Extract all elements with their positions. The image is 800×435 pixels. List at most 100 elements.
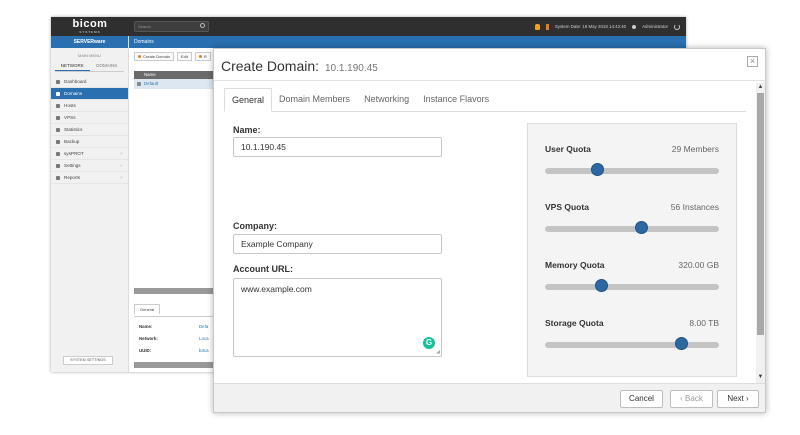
- name-field[interactable]: 10.1.190.45: [233, 137, 442, 157]
- sidebar-item-settings[interactable]: Settings ›: [51, 160, 128, 172]
- sidebar-item-reports[interactable]: Reports ›: [51, 172, 128, 184]
- menu-title: MAIN MENU: [78, 53, 101, 58]
- account-url-label: Account URL:: [233, 264, 293, 274]
- menu-tabs: NETWORK DOMAINS: [55, 61, 124, 72]
- sidebar-item-label: Statistics: [64, 127, 83, 132]
- detail-value[interactable]: Defa: [199, 324, 208, 329]
- close-icon[interactable]: ×: [747, 56, 758, 67]
- name-label: Name:: [233, 125, 261, 135]
- vps-quota-value: 56 Instances: [670, 202, 719, 212]
- domain-icon: [137, 82, 141, 86]
- sidebar-item-label: Domains: [64, 91, 83, 96]
- bell-icon[interactable]: [534, 23, 540, 30]
- storage-quota-label: Storage Quota: [545, 318, 604, 328]
- vps-icon: [56, 115, 60, 120]
- next-button[interactable]: Next ›: [717, 390, 759, 408]
- sidebar: SERVERware MAIN MENU NETWORK DOMAINS Das…: [51, 36, 129, 372]
- search-icon[interactable]: [200, 23, 205, 28]
- tab-domain-members[interactable]: Domain Members: [272, 88, 357, 111]
- cancel-button[interactable]: Cancel: [620, 390, 663, 408]
- scroll-down-icon[interactable]: ▼: [757, 373, 764, 381]
- edit-label: Edit: [180, 53, 188, 59]
- dialog-tabs: General Domain Members Networking Instan…: [224, 88, 746, 112]
- sidebar-item-label: Dashboard: [64, 79, 87, 84]
- sidebar-item-label: Reports: [64, 175, 81, 180]
- system-date: System Date: 18 May 2018 14:42:40: [554, 24, 627, 29]
- top-bar: bicom SYSTEMS Search System Date: 18 May…: [51, 17, 686, 36]
- company-field[interactable]: Example Company: [233, 234, 442, 254]
- quota-panel: User Quota 29 Members VPS Quota 56 Insta…: [527, 123, 737, 377]
- user-quota-slider[interactable]: [545, 168, 719, 174]
- shield-icon: [56, 151, 60, 156]
- edit-button[interactable]: Edit: [176, 51, 192, 61]
- search-input[interactable]: Search: [134, 21, 209, 32]
- detail-key: Name:: [139, 324, 153, 329]
- scroll-up-icon[interactable]: ▲: [757, 83, 764, 91]
- memory-quota-value: 320.00 GB: [678, 260, 719, 270]
- resize-handle-icon[interactable]: ◢: [436, 349, 440, 355]
- sidebar-item-label: sysPROT: [64, 151, 84, 156]
- tab-instance-flavors[interactable]: Instance Flavors: [416, 88, 496, 111]
- logo-text: bicom: [72, 18, 108, 30]
- tab-network[interactable]: NETWORK: [55, 61, 90, 71]
- product-name: SERVERware: [51, 36, 128, 48]
- dialog-title-text: Create Domain:: [221, 58, 320, 74]
- storage-quota-slider[interactable]: [545, 342, 719, 348]
- create-domain-button[interactable]: Create Domain: [134, 51, 174, 61]
- memory-quota-slider[interactable]: [545, 284, 719, 290]
- tab-domains[interactable]: DOMAINS: [90, 61, 125, 71]
- system-settings-button[interactable]: SYSTEM SETTINGS: [63, 356, 113, 365]
- user-quota-slider-handle[interactable]: [591, 163, 605, 176]
- dashboard-icon: [56, 79, 60, 84]
- more-button[interactable]: R: [194, 51, 211, 61]
- scrollbar-thumb[interactable]: [757, 93, 764, 335]
- vps-quota-slider-handle[interactable]: [634, 221, 648, 234]
- storage-quota-value: 8.00 TB: [689, 318, 719, 328]
- detail-value[interactable]: Loca: [199, 336, 209, 341]
- sidebar-item-vpss[interactable]: VPSs: [51, 112, 128, 124]
- tab-general[interactable]: General: [224, 88, 273, 112]
- power-icon[interactable]: [674, 23, 680, 30]
- hosts-icon: [56, 103, 60, 108]
- tab-networking[interactable]: Networking: [357, 88, 416, 111]
- detail-key: UUID:: [139, 348, 152, 353]
- search-placeholder: Search: [138, 24, 151, 29]
- sidebar-item-dashboard[interactable]: Dashboard: [51, 76, 128, 88]
- sidebar-item-statistics[interactable]: Statistics: [51, 124, 128, 136]
- detail-value[interactable]: b3ca: [199, 348, 209, 353]
- plus-icon: [138, 54, 141, 58]
- create-domain-dialog: Create Domain: 10.1.190.45 × General Dom…: [213, 48, 766, 413]
- dialog-title: Create Domain: 10.1.190.45: [221, 58, 378, 74]
- dialog-footer: Cancel ‹ Back Next ›: [214, 383, 765, 412]
- user-icon: [632, 24, 637, 29]
- user-quota-label: User Quota: [545, 144, 591, 154]
- account-url-field[interactable]: www.example.com G ◢: [233, 278, 442, 357]
- storage-quota-slider-handle[interactable]: [674, 337, 688, 350]
- memory-quota-slider-handle[interactable]: [594, 279, 608, 292]
- create-domain-label: Create Domain: [143, 53, 170, 59]
- sidebar-item-hosts[interactable]: Hosts: [51, 100, 128, 112]
- tab-general-detail[interactable]: General: [134, 304, 161, 314]
- account-url-value: www.example.com: [241, 284, 312, 294]
- statistics-icon: [56, 127, 60, 132]
- company-label: Company:: [233, 221, 278, 231]
- notification-flag-icon[interactable]: [545, 23, 549, 30]
- sidebar-item-label: Settings: [64, 163, 81, 168]
- table-cell-name: Default: [144, 81, 158, 86]
- divider: [214, 80, 765, 81]
- sidebar-item-sysprot[interactable]: sysPROT ›: [51, 148, 128, 160]
- vps-quota-label: VPS Quota: [545, 202, 589, 212]
- sidebar-item-label: VPSs: [64, 115, 76, 120]
- grammarly-icon[interactable]: G: [423, 337, 435, 349]
- chevron-right-icon: ›: [120, 162, 122, 169]
- sidebar-item-label: Backup: [64, 139, 80, 144]
- user-name[interactable]: Administrator: [642, 24, 668, 29]
- domains-icon: [56, 91, 60, 96]
- back-button[interactable]: ‹ Back: [670, 390, 713, 408]
- sidebar-item-domains[interactable]: Domains: [51, 88, 128, 100]
- user-quota-value: 29 Members: [671, 144, 719, 154]
- logo-subtext: SYSTEMS: [79, 30, 101, 34]
- sidebar-item-backup[interactable]: Backup: [51, 136, 128, 148]
- memory-quota-label: Memory Quota: [545, 260, 605, 270]
- vps-quota-slider[interactable]: [545, 226, 719, 232]
